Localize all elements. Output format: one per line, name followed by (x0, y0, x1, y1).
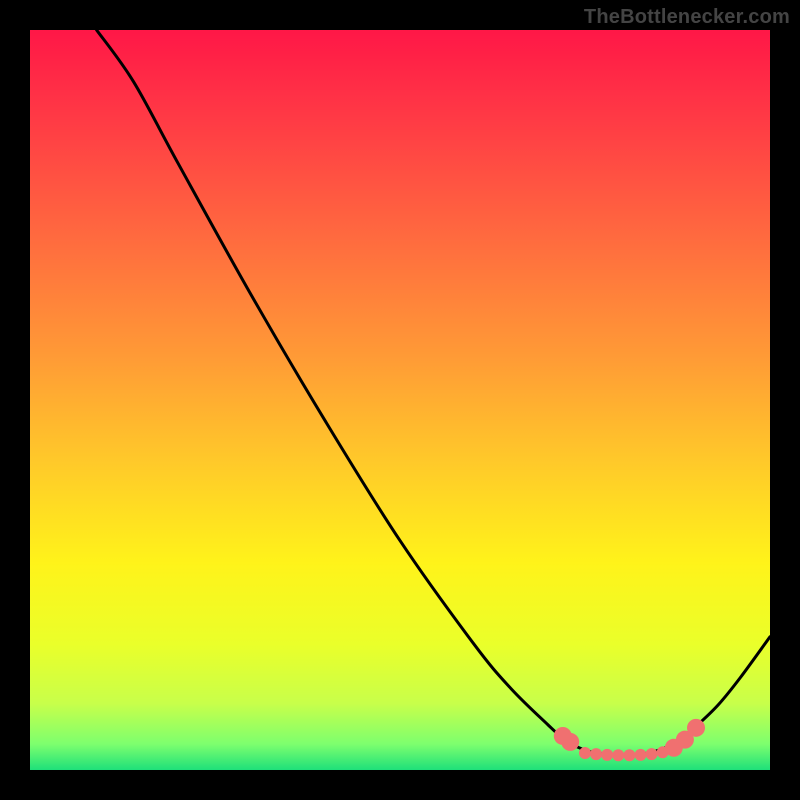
marker-point (635, 749, 647, 761)
watermark-text: TheBottlenecker.com (584, 6, 790, 29)
chart-svg (30, 30, 770, 770)
plot-area (30, 30, 770, 770)
marker-point (612, 749, 624, 761)
marker-point (590, 748, 602, 760)
marker-point (579, 747, 591, 759)
chart-frame: TheBottlenecker.com (0, 0, 800, 800)
marker-point (687, 719, 705, 737)
gradient-background (30, 30, 770, 770)
marker-point (561, 733, 579, 751)
marker-point (623, 749, 635, 761)
marker-point (646, 748, 658, 760)
marker-point (601, 749, 613, 761)
